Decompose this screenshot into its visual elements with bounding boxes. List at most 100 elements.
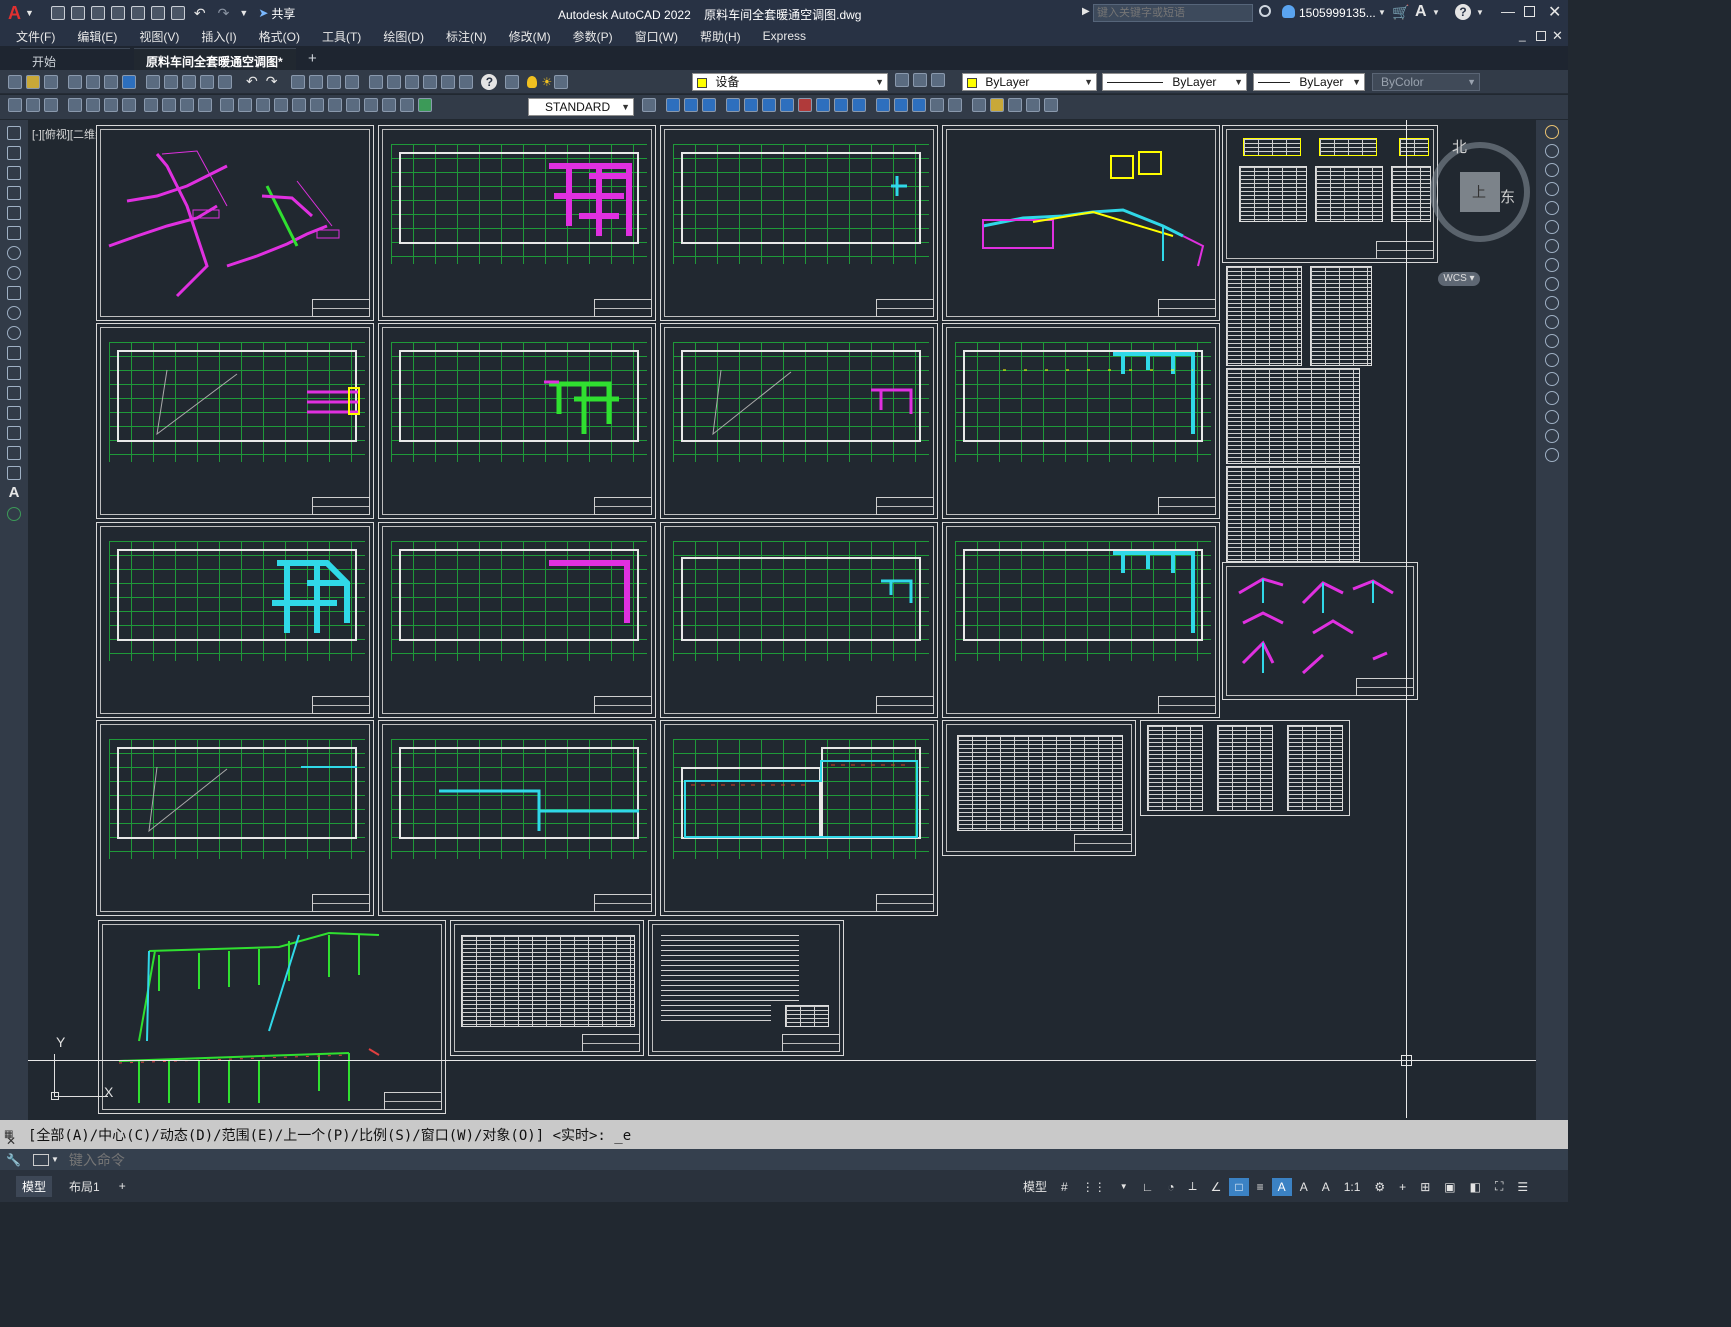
command-close-icon[interactable]: ✕ [6, 1134, 16, 1148]
scale-icon[interactable] [780, 98, 794, 112]
dimension-space-icon[interactable] [274, 98, 288, 112]
fillet-icon[interactable] [912, 98, 926, 112]
zoom-previous-icon[interactable] [345, 74, 360, 89]
plot-icon[interactable] [170, 6, 185, 20]
store-cart-icon[interactable]: 🛒 [1392, 4, 1409, 21]
trim-icon[interactable] [1545, 296, 1559, 310]
linetype-dropdown[interactable]: ByLayer ▼ [1102, 73, 1247, 91]
open-from-web-icon[interactable] [130, 6, 145, 20]
quick-dimension-icon[interactable] [220, 98, 234, 112]
schedule-sheet[interactable] [942, 720, 1136, 856]
calculator-icon[interactable] [459, 74, 474, 89]
clip-icon[interactable] [1026, 98, 1040, 112]
menu-tools[interactable]: 工具(T) [322, 28, 361, 45]
menu-express[interactable]: Express [763, 29, 806, 43]
new-file-icon[interactable] [50, 6, 65, 20]
menu-insert[interactable]: 插入(I) [201, 28, 236, 45]
offset-icon[interactable] [702, 98, 716, 112]
workspace-save-icon[interactable] [44, 98, 58, 112]
isolate-objects-icon[interactable]: ◧ [1464, 1178, 1487, 1196]
extend-icon[interactable] [1545, 315, 1559, 329]
drawing-sheet[interactable] [660, 125, 938, 321]
doc-close-icon[interactable]: ✕ [1552, 28, 1563, 44]
add-selected-icon[interactable] [7, 507, 21, 521]
layer-thaw-sun-icon[interactable]: ☀ [541, 75, 552, 89]
lineweight-dropdown[interactable]: ByLayer ▼ [1253, 73, 1365, 91]
chamfer-icon[interactable] [1545, 391, 1559, 405]
notes-sheet[interactable] [648, 920, 844, 1056]
array-icon[interactable] [1545, 201, 1559, 215]
diameter-dimension-icon[interactable] [180, 98, 194, 112]
center-mark-icon[interactable] [328, 98, 342, 112]
dimension-break-icon[interactable] [292, 98, 306, 112]
customize-qat-icon[interactable]: ▼ [239, 8, 248, 18]
pan-icon[interactable] [291, 74, 306, 89]
color-dropdown[interactable]: ByLayer ▼ [962, 73, 1097, 91]
workspace-gear-icon[interactable]: ⚙ [1368, 1178, 1391, 1196]
doc-minimize-icon[interactable]: _ [1519, 28, 1526, 42]
stretch-icon[interactable] [798, 98, 812, 112]
drawing-sheet[interactable] [378, 323, 656, 519]
angular-dimension-icon[interactable] [198, 98, 212, 112]
join-icon[interactable] [876, 98, 890, 112]
ellipse-icon[interactable] [7, 306, 21, 320]
linear-dimension-icon[interactable] [68, 98, 82, 112]
publish-icon[interactable] [104, 74, 118, 89]
drawing-sheet[interactable] [96, 720, 374, 916]
equipment-table[interactable] [1226, 266, 1302, 366]
autodesk-a360-icon[interactable]: A [1415, 3, 1427, 21]
share-icon[interactable]: ➤ [258, 6, 268, 20]
menu-draw[interactable]: 绘图(D) [383, 28, 424, 45]
rotate-icon[interactable] [762, 98, 776, 112]
object-snap-icon[interactable]: □ [1229, 1177, 1249, 1196]
line-icon[interactable] [7, 126, 21, 140]
open-icon[interactable] [26, 74, 40, 89]
search-icon[interactable] [1259, 5, 1271, 17]
save-as-icon[interactable] [110, 6, 125, 20]
layer-on-bulb-icon[interactable] [527, 75, 538, 88]
chamfer-icon[interactable] [894, 98, 908, 112]
model-space-button[interactable]: 模型 [1017, 1176, 1053, 1197]
drawing-sheet[interactable] [660, 720, 938, 916]
radius-dimension-icon[interactable] [144, 98, 158, 112]
maximize-window-icon[interactable] [1524, 6, 1535, 17]
recent-commands-chevron-icon[interactable]: ▼ [51, 1155, 59, 1164]
drawing-sheet[interactable] [660, 522, 938, 718]
undo-icon[interactable]: ↶ [246, 73, 258, 90]
offset-icon[interactable] [1545, 182, 1559, 196]
autocad-logo-icon[interactable]: A [8, 3, 21, 24]
units-icon[interactable]: ⊞ [1414, 1178, 1436, 1196]
zoom-window-icon[interactable] [327, 74, 342, 89]
close-window-icon[interactable]: ✕ [1548, 2, 1561, 22]
hatch-icon[interactable] [7, 406, 21, 420]
workspace-settings-icon[interactable] [26, 98, 40, 112]
continue-dimension-icon[interactable] [256, 98, 270, 112]
tab-start[interactable]: 开始 [20, 48, 130, 70]
save-icon[interactable] [44, 74, 58, 89]
legend-sheet[interactable] [450, 920, 644, 1056]
insert-block-icon[interactable] [972, 98, 986, 112]
3d-dwf-icon[interactable] [122, 74, 136, 89]
object-snap-tracking-icon[interactable]: ∠ [1205, 1178, 1228, 1196]
draworder-icon[interactable] [948, 98, 962, 112]
markup-icon[interactable] [441, 74, 456, 89]
recent-commands-icon[interactable] [32, 1153, 49, 1166]
workspace-icon[interactable] [8, 98, 22, 112]
arc-length-icon[interactable] [104, 98, 118, 112]
menu-window[interactable]: 窗口(W) [635, 28, 678, 45]
construction-line-icon[interactable] [7, 146, 21, 160]
explode-icon[interactable] [1545, 448, 1559, 462]
menu-format[interactable]: 格式(O) [259, 28, 300, 45]
help-icon[interactable]: ? [1455, 4, 1471, 20]
layer-previous-icon[interactable] [913, 73, 927, 87]
make-object-layer-current-icon[interactable] [895, 73, 909, 87]
match-properties-icon[interactable] [200, 74, 214, 89]
isodraft-icon[interactable]: ⟂ [1183, 1177, 1203, 1196]
tool-palettes-icon[interactable] [405, 74, 420, 89]
rectangle-icon[interactable] [7, 206, 21, 220]
menu-parametric[interactable]: 参数(P) [573, 28, 613, 45]
polygon-icon[interactable] [7, 186, 21, 200]
snap-chevron-icon[interactable]: ▼ [1114, 1180, 1134, 1193]
new-tab-button[interactable]: + [300, 48, 325, 70]
drawing-sheet[interactable] [660, 323, 938, 519]
